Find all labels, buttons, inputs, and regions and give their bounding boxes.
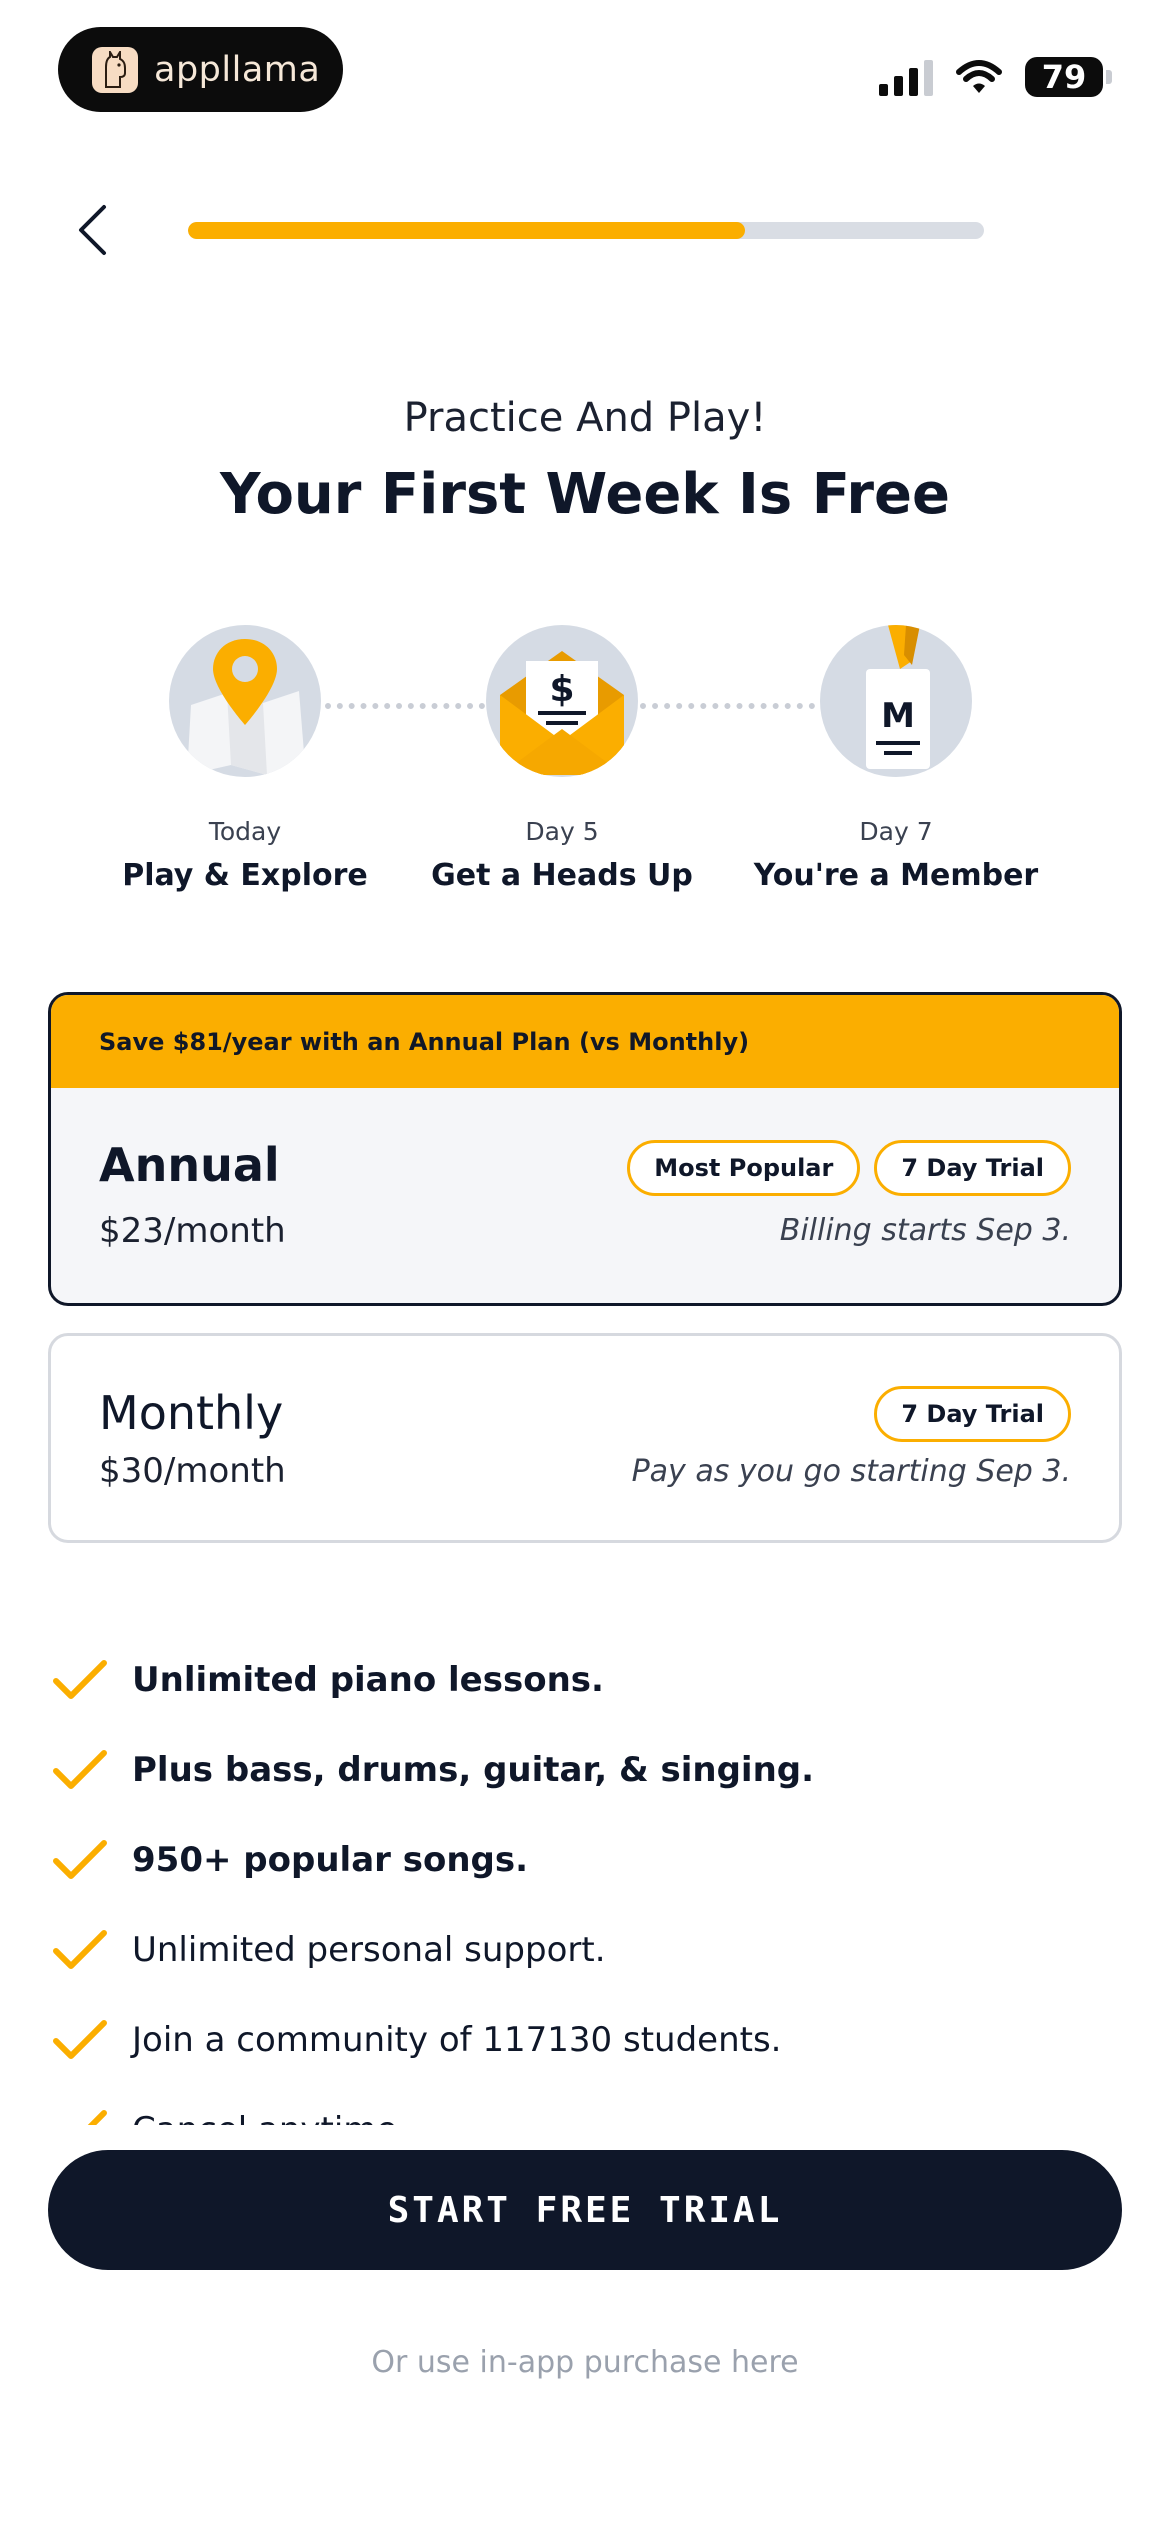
checkmark-icon xyxy=(52,1652,108,1708)
checkmark-icon xyxy=(52,1922,108,1978)
billing-note: Pay as you go starting Sep 3. xyxy=(631,1454,1071,1489)
app-indicator-pill[interactable]: appllama xyxy=(58,27,343,112)
most-popular-badge: Most Popular xyxy=(627,1140,861,1196)
checkmark-icon xyxy=(52,1742,108,1798)
status-icons: 79 xyxy=(879,52,1112,102)
list-item: Join a community of 117130 students. xyxy=(52,1995,1122,2085)
feature-text: Cancel anytime. xyxy=(132,2110,408,2125)
feature-text: Unlimited piano lessons. xyxy=(132,1660,604,1700)
app-name: appllama xyxy=(154,49,321,90)
feature-text: Plus bass, drums, guitar, & singing. xyxy=(132,1750,815,1790)
paywall-screen: appllama 79 Practice And Play! Your Firs… xyxy=(0,0,1170,2532)
timeline-step-day7: M Day 7 You're a Member xyxy=(746,625,1046,893)
plan-price: $23/month xyxy=(99,1211,286,1251)
timeline-step-day5: $ Day 5 Get a Heads Up xyxy=(412,625,712,893)
checkmark-icon xyxy=(52,2012,108,2068)
member-badge-icon: M xyxy=(820,625,972,777)
list-item: Unlimited personal support. xyxy=(52,1905,1122,1995)
timeline-label: Get a Heads Up xyxy=(431,858,693,893)
cell-signal-icon xyxy=(879,58,933,96)
page-subtitle: Practice And Play! xyxy=(403,395,767,441)
battery-icon: 79 xyxy=(1025,57,1112,97)
llama-logo-icon xyxy=(92,46,138,93)
feature-text: Join a community of 117130 students. xyxy=(132,2020,782,2060)
chevron-left-icon xyxy=(79,205,106,255)
savings-banner: Save $81/year with an Annual Plan (vs Mo… xyxy=(51,995,1119,1088)
battery-level: 79 xyxy=(1025,57,1103,97)
map-pin-icon xyxy=(169,625,321,777)
plan-option-monthly[interactable]: Monthly $30/month 7 Day Trial Pay as you… xyxy=(48,1333,1122,1543)
timeline-label: You're a Member xyxy=(753,858,1039,893)
envelope-dollar-icon: $ xyxy=(486,625,638,777)
wifi-icon xyxy=(956,60,1002,93)
list-item: 950+ popular songs. xyxy=(52,1815,1122,1905)
trial-badge: 7 Day Trial xyxy=(874,1386,1071,1442)
timeline-day: Day 5 xyxy=(525,817,599,846)
billing-note: Billing starts Sep 3. xyxy=(779,1213,1071,1248)
plan-name: Annual xyxy=(99,1138,280,1192)
feature-list: Unlimited piano lessons. Plus bass, drum… xyxy=(52,1635,1122,2125)
svg-text:M: M xyxy=(881,696,915,736)
list-item: Cancel anytime. xyxy=(52,2085,1122,2125)
checkmark-icon xyxy=(52,1832,108,1888)
page-title: Your First Week Is Free xyxy=(220,462,950,527)
in-app-purchase-link[interactable]: Or use in-app purchase here xyxy=(0,2345,1170,2380)
list-item: Unlimited piano lessons. xyxy=(52,1635,1122,1725)
plan-option-annual[interactable]: Save $81/year with an Annual Plan (vs Mo… xyxy=(48,992,1122,1306)
timeline-day: Today xyxy=(208,817,282,846)
trial-badge: 7 Day Trial xyxy=(874,1140,1071,1196)
onboarding-progress-bar xyxy=(188,222,984,239)
timeline-day: Day 7 xyxy=(859,817,933,846)
svg-text:$: $ xyxy=(549,669,574,710)
feature-text: Unlimited personal support. xyxy=(132,1930,606,1970)
plan-price: $30/month xyxy=(99,1451,286,1491)
start-free-trial-button[interactable]: START FREE TRIAL xyxy=(48,2150,1122,2270)
plan-name: Monthly xyxy=(99,1386,284,1440)
back-button[interactable] xyxy=(62,200,122,260)
list-item: Plus bass, drums, guitar, & singing. xyxy=(52,1725,1122,1815)
timeline-step-today: Today Play & Explore xyxy=(95,625,395,893)
checkmark-icon xyxy=(52,2102,108,2125)
progress-fill xyxy=(188,222,746,239)
timeline-label: Play & Explore xyxy=(122,858,368,893)
feature-text: 950+ popular songs. xyxy=(132,1840,529,1880)
